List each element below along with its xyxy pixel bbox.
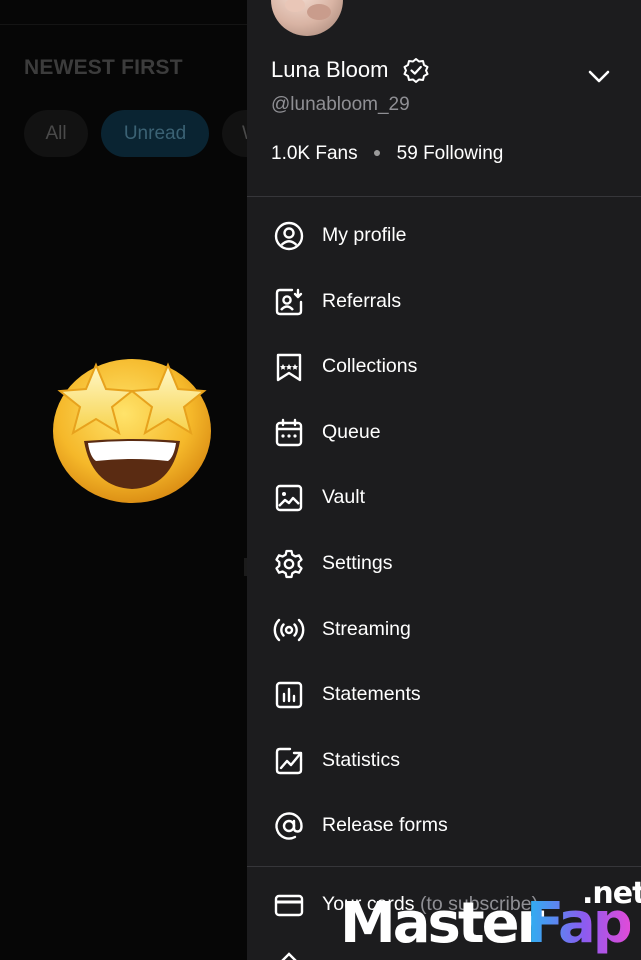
menu-item-label: Vault bbox=[322, 486, 365, 509]
separator-dot: ● bbox=[372, 144, 382, 160]
menu-item-label: Streaming bbox=[322, 617, 411, 640]
follow-stats: 1.0K Fans ● 59 Following bbox=[271, 143, 503, 165]
menu-item-label: Statements bbox=[322, 683, 421, 706]
menu-item-queue[interactable]: Queue bbox=[247, 400, 641, 466]
fans-count[interactable]: 1.0K bbox=[271, 143, 310, 164]
credit-card-icon bbox=[274, 894, 304, 917]
user-handle: @lunabloom_29 bbox=[271, 94, 410, 115]
image-icon bbox=[275, 485, 303, 512]
calendar-icon bbox=[275, 418, 303, 446]
gear-icon bbox=[275, 549, 303, 579]
menu-item-label: My profile bbox=[322, 224, 407, 246]
avatar-detail bbox=[285, 0, 305, 12]
fans-label[interactable]: Fans bbox=[315, 143, 357, 164]
at-sign-icon bbox=[275, 812, 303, 841]
chevron-down-icon[interactable] bbox=[585, 62, 613, 90]
menu-item-label: Statistics bbox=[322, 748, 401, 771]
menu-item-label: Settings bbox=[322, 551, 393, 574]
verified-icon bbox=[403, 58, 429, 83]
divider bbox=[247, 196, 641, 197]
bar-chart-icon bbox=[275, 681, 303, 709]
filter-chip-all[interactable]: All bbox=[24, 110, 88, 157]
user-name: Luna Bloom bbox=[271, 57, 389, 82]
menu-item-settings[interactable]: Settings bbox=[247, 531, 641, 597]
menu-item-label: Queue bbox=[322, 420, 381, 443]
site-watermark: Master Fap .net bbox=[340, 876, 641, 960]
star-struck-emoji-icon bbox=[53, 359, 211, 503]
user-circle-icon bbox=[274, 221, 304, 251]
drawer-menu: My profile Referrals Collections Queue V… bbox=[247, 203, 641, 859]
account-drawer: Luna Bloom @lunabloom_29 1.0K Fans ● 59 … bbox=[247, 0, 641, 960]
watermark-net: .net bbox=[582, 876, 641, 911]
line-chart-icon bbox=[275, 747, 303, 774]
filter-chip-unread[interactable]: Unread bbox=[101, 110, 209, 157]
menu-item-my-profile[interactable]: My profile bbox=[247, 203, 641, 269]
following-count[interactable]: 59 bbox=[397, 143, 418, 164]
menu-item-streaming[interactable]: Streaming bbox=[247, 597, 641, 663]
menu-item-vault[interactable]: Vault bbox=[247, 465, 641, 531]
avatar-detail bbox=[307, 4, 331, 20]
top-divider bbox=[0, 24, 247, 25]
menu-item-label: Release forms bbox=[322, 814, 448, 837]
menu-item-label: Referrals bbox=[322, 289, 402, 312]
user-add-icon bbox=[275, 288, 303, 315]
menu-item-statistics[interactable]: Statistics bbox=[247, 728, 641, 794]
partial-icon bbox=[281, 952, 297, 960]
section-title: NEWEST FIRST bbox=[24, 56, 183, 79]
divider bbox=[247, 866, 641, 867]
menu-item-statements[interactable]: Statements bbox=[247, 662, 641, 728]
following-label[interactable]: Following bbox=[423, 143, 503, 164]
bookmark-stars-icon bbox=[276, 353, 302, 382]
broadcast-icon bbox=[273, 618, 305, 641]
avatar[interactable] bbox=[271, 0, 343, 36]
menu-item-collections[interactable]: Collections bbox=[247, 334, 641, 400]
menu-item-label: Collections bbox=[322, 355, 418, 378]
watermark-master: Master bbox=[340, 891, 544, 956]
menu-item-release-forms[interactable]: Release forms bbox=[247, 793, 641, 859]
menu-item-referrals[interactable]: Referrals bbox=[247, 269, 641, 335]
